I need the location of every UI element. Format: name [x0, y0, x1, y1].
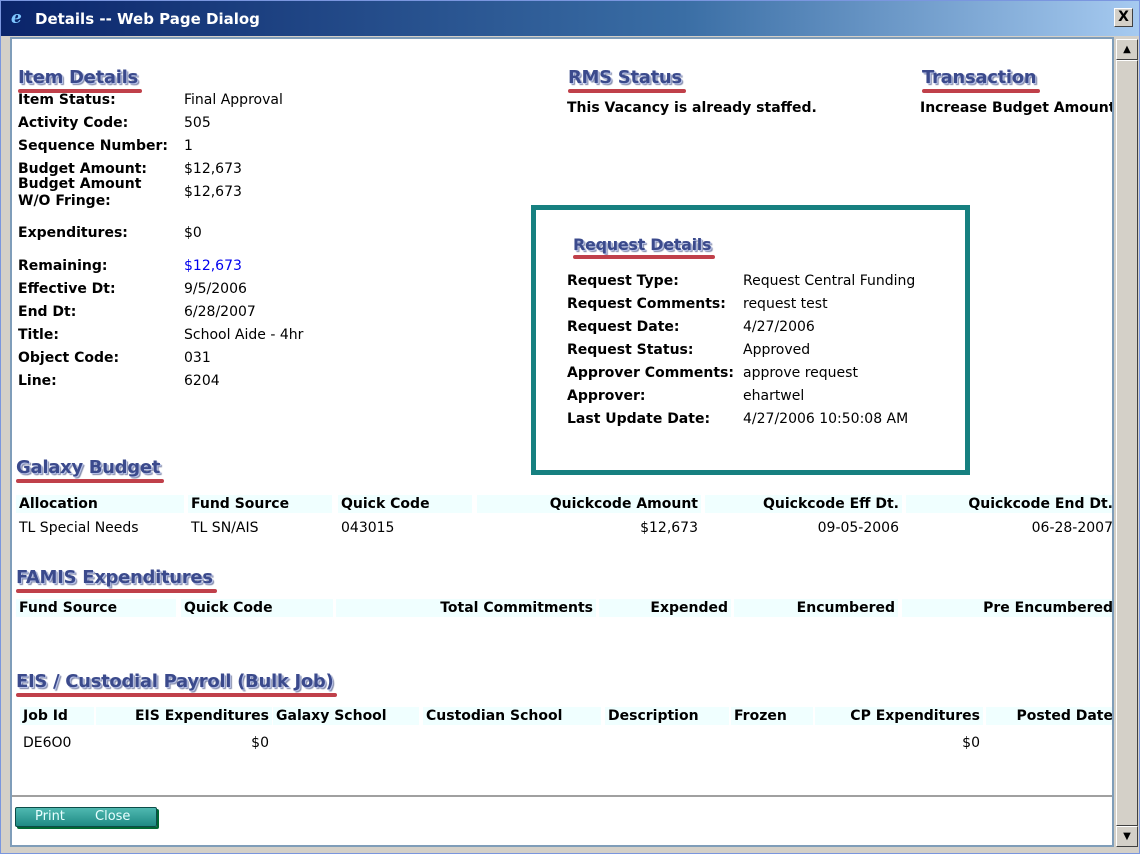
galaxy-budget-cell: 09-05-2006 [817, 520, 899, 536]
request-field-label: Last Update Date: [567, 411, 711, 427]
column-header: Quickcode Amount [477, 495, 701, 513]
eis-payroll-cell: $0 [962, 735, 980, 751]
column-header: Quickcode End Dt. [906, 495, 1112, 513]
item-field-label: End Dt: [18, 304, 77, 320]
column-header: Encumbered [734, 599, 898, 617]
request-field-value: request test [743, 296, 828, 312]
request-field-label: Approver: [567, 388, 646, 404]
column-header: Frozen [731, 707, 813, 725]
column-header: Galaxy School [273, 707, 419, 725]
item-details-heading: Item Details [18, 67, 142, 93]
item-field-value: $12,673 [184, 161, 242, 177]
request-field-label: Request Status: [567, 342, 694, 358]
item-field-value: School Aide - 4hr [184, 327, 304, 343]
request-field-label: Request Date: [567, 319, 680, 335]
galaxy-budget-cell: TL Special Needs [19, 520, 139, 536]
window-close-button[interactable]: X [1114, 8, 1133, 27]
item-field-label: Sequence Number: [18, 138, 168, 154]
eis-payroll-heading: EIS / Custodial Payroll (Bulk Job) [16, 671, 338, 697]
request-field-value: 4/27/2006 10:50:08 AM [743, 411, 909, 427]
request-field-value: Request Central Funding [743, 273, 916, 289]
column-header: Quick Code [338, 495, 472, 513]
footer-divider [12, 795, 1112, 797]
request-details-heading: Request Details [573, 235, 716, 259]
print-button[interactable]: Print [35, 809, 65, 824]
column-header: Expended [599, 599, 731, 617]
scroll-thumb[interactable] [1116, 60, 1138, 826]
item-field-value: $0 [184, 225, 202, 241]
rms-status-heading: RMS Status [568, 67, 686, 93]
transaction-heading: Transaction [922, 67, 1041, 93]
item-field-value: $12,673 [184, 258, 242, 274]
column-header: Quick Code [181, 599, 333, 617]
request-field-label: Request Comments: [567, 296, 726, 312]
scroll-up-icon[interactable]: ▲ [1116, 39, 1138, 60]
galaxy-budget-cell: TL SN/AIS [191, 520, 259, 536]
request-field-label: Approver Comments: [567, 365, 734, 381]
column-header: CP Expenditures [815, 707, 983, 725]
scroll-down-icon[interactable]: ▼ [1116, 826, 1138, 847]
request-field-value: approve request [743, 365, 858, 381]
item-field-value: 505 [184, 115, 211, 131]
item-field-label: Effective Dt: [18, 281, 116, 297]
column-header: Allocation [16, 495, 184, 513]
request-field-value: ehartwel [743, 388, 805, 404]
column-header: Pre Encumbered [902, 599, 1112, 617]
eis-payroll-cell: $0 [251, 735, 269, 751]
item-field-label: Title: [18, 327, 59, 343]
column-header: EIS Expenditures [96, 707, 272, 725]
galaxy-budget-cell: 043015 [341, 520, 395, 536]
item-field-label: Remaining: [18, 258, 108, 274]
title-bar[interactable]: e Details -- Web Page Dialog X [1, 1, 1139, 36]
item-field-value: 031 [184, 350, 211, 366]
item-field-value: Final Approval [184, 92, 283, 108]
item-field-label: Activity Code: [18, 115, 129, 131]
item-field-value: $12,673 [184, 184, 242, 200]
rms-status-text: This Vacancy is already staffed. [567, 100, 817, 116]
item-field-label: Object Code: [18, 350, 120, 366]
item-field-label: Line: [18, 373, 57, 389]
item-field-label: Budget Amount: [18, 161, 148, 177]
column-header: Fund Source [16, 599, 176, 617]
column-header: Posted Date [986, 707, 1112, 725]
transaction-text: Increase Budget Amount [920, 100, 1114, 116]
column-header: Job Id [20, 707, 94, 725]
galaxy-budget-cell: $12,673 [640, 520, 698, 536]
request-field-value: Approved [743, 342, 811, 358]
item-field-label: Item Status: [18, 92, 116, 108]
galaxy-budget-cell: 06-28-2007 [1031, 520, 1113, 536]
request-field-label: Request Type: [567, 273, 679, 289]
item-field-value: 9/5/2006 [184, 281, 247, 297]
dialog-content: Item Details Item Status: Final Approval A… [10, 37, 1114, 847]
vertical-scrollbar[interactable]: ▲ ▼ [1116, 39, 1138, 847]
column-header: Custodian School [423, 707, 601, 725]
item-field-value: 6/28/2007 [184, 304, 256, 320]
eis-payroll-cell: DE6O0 [23, 735, 72, 751]
item-field-value: 6204 [184, 373, 220, 389]
galaxy-budget-heading: Galaxy Budget [16, 457, 165, 483]
famis-expenditures-heading: FAMIS Expenditures [16, 567, 217, 593]
ie-icon: e [11, 8, 22, 28]
request-field-value: 4/27/2006 [743, 319, 815, 335]
item-field-value: 1 [184, 138, 193, 154]
window-title: Details -- Web Page Dialog [35, 10, 260, 28]
column-header: Description [605, 707, 729, 725]
item-field-label: Budget Amount W/O Fringe: [18, 176, 142, 209]
column-header: Total Commitments [336, 599, 596, 617]
item-field-label: Expenditures: [18, 225, 128, 241]
dialog-window: e Details -- Web Page Dialog X Item Deta… [0, 0, 1140, 854]
column-header: Quickcode Eff Dt. [705, 495, 902, 513]
column-header: Fund Source [188, 495, 332, 513]
action-button-bar: Print Close [15, 807, 157, 827]
close-button[interactable]: Close [95, 809, 130, 824]
